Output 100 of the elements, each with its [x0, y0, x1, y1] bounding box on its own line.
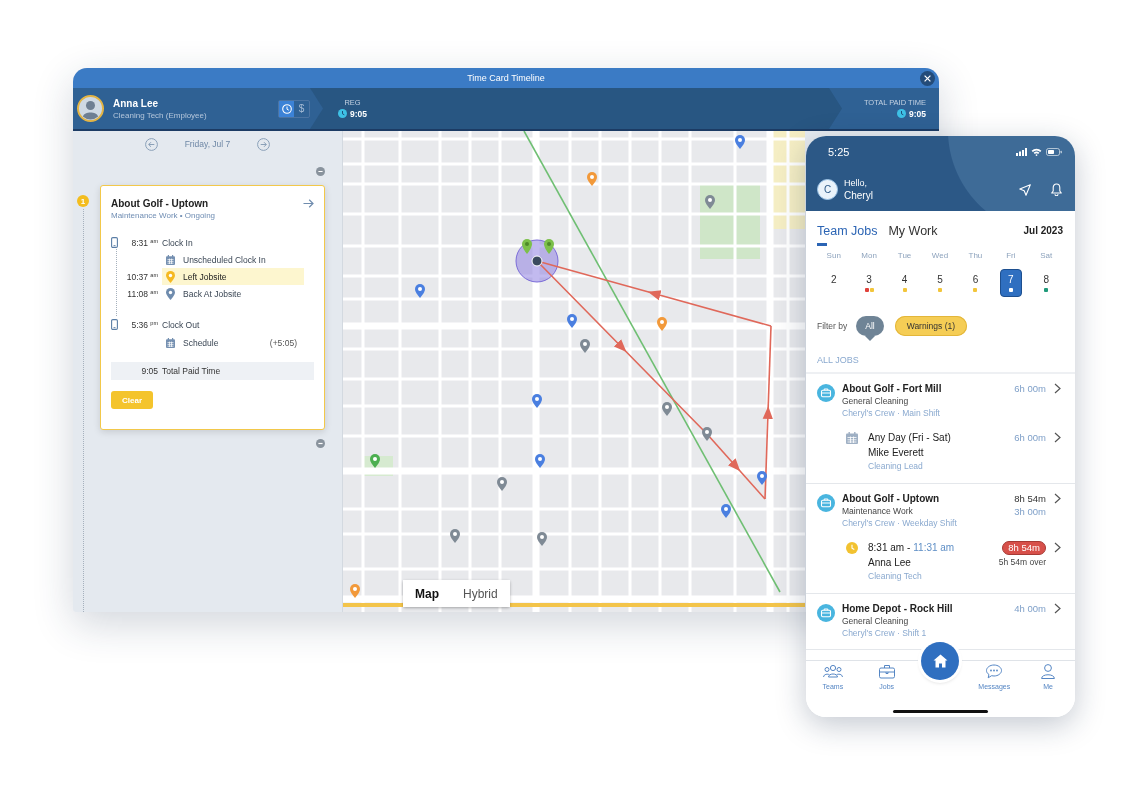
date-cell[interactable]: 2	[822, 269, 845, 297]
map-pin-icon[interactable]	[662, 402, 672, 416]
crew-shift: Cheryl's Crew · Main Shift	[842, 407, 941, 419]
map-pin-icon[interactable]	[735, 135, 745, 149]
map-pin-icon[interactable]	[532, 394, 542, 408]
date-cell[interactable]: 3	[858, 269, 881, 297]
hours-text: 6h 00m	[1014, 382, 1046, 395]
total-value: 9:05	[350, 107, 367, 120]
map-pin-icon[interactable]	[721, 504, 731, 518]
map-pin-icon[interactable]	[415, 284, 425, 298]
map-pin-icon[interactable]	[370, 454, 380, 468]
total-label: Total Paid Time	[162, 366, 221, 376]
map-pin-icon[interactable]	[544, 239, 554, 254]
event-time: 8:31 $^{am}$	[131, 237, 158, 248]
employee-name: Anna Lee	[113, 96, 159, 110]
job-row[interactable]: About Golf - Fort Mill General Cleaning Cheryl's Crew · Main Shift 6h 00m	[817, 382, 1061, 419]
event-label: Clock Out	[162, 319, 200, 330]
hours-text: 6h 00m	[1014, 431, 1046, 444]
minus-circle-icon[interactable]	[316, 439, 325, 448]
briefcase-icon	[817, 604, 835, 622]
filter-label: Filter by	[817, 320, 848, 333]
tab[interactable]: My Work	[888, 223, 938, 246]
chat-bubble-icon	[986, 664, 1003, 679]
battery-icon	[1046, 148, 1062, 156]
arrow-right-icon	[257, 137, 271, 151]
job-subtitle: Maintenance Work • Ongoing	[111, 210, 217, 222]
window-title: Time Card Timeline	[467, 73, 545, 83]
stop-marker-icon[interactable]	[531, 255, 543, 267]
map-pin-icon[interactable]	[522, 239, 532, 254]
map-pin-icon[interactable]	[580, 339, 590, 353]
hours-text: 8h 54m	[1014, 492, 1046, 505]
minus-circle-icon[interactable]	[316, 166, 325, 176]
worker-name: Mike Everett	[868, 446, 925, 460]
wifi-icon	[1031, 148, 1042, 156]
job-title: About Golf - Fort Mill	[842, 382, 943, 395]
avatar-initial[interactable]: C	[817, 179, 838, 200]
previous-day-button[interactable]	[144, 137, 158, 151]
time-view-button[interactable]	[279, 100, 294, 117]
shift-row[interactable]: 8:31 am - 11:31 am Anna Lee Cleaning Tech 8h 54m 5h 54m over	[817, 541, 1061, 583]
calendar-icon	[846, 432, 858, 444]
send-button[interactable]	[1019, 183, 1031, 196]
calendar-icon	[166, 254, 175, 265]
people-icon	[822, 664, 843, 679]
map-pin-icon[interactable]	[705, 195, 715, 209]
total-value: 9:05	[140, 366, 158, 376]
chevron-right-icon	[1054, 603, 1061, 614]
greeting-text: Hello,	[844, 177, 868, 189]
map-pin-icon[interactable]	[350, 584, 360, 598]
tab[interactable]: Team Jobs	[817, 223, 878, 246]
map-pin-icon[interactable]	[450, 529, 460, 543]
date-cell[interactable]: 6	[964, 269, 987, 297]
map-type-button[interactable]: Hybrid	[451, 580, 510, 607]
chevron-right-icon	[1054, 542, 1061, 553]
status-time: 5:25	[827, 146, 850, 158]
shift-time: 8:31 am -	[868, 541, 911, 555]
map-type-button[interactable]: Map	[403, 580, 451, 607]
map-pin-icon[interactable]	[537, 532, 547, 546]
map-pin-icon[interactable]	[757, 471, 767, 485]
map-pin-icon[interactable]	[535, 454, 545, 468]
map-pin-icon[interactable]	[567, 314, 577, 328]
date-cell[interactable]: 5	[929, 269, 951, 297]
date-cell[interactable]: 4	[893, 269, 916, 297]
filter-chip[interactable]: All	[856, 316, 884, 341]
weekday-label: Tue	[897, 250, 912, 262]
job-row[interactable]: About Golf - Uptown Maintenance Work Cheryl's Crew · Weekday Shift 8h 54m 3h 00m	[817, 492, 1061, 529]
event-label: Clock In	[162, 237, 193, 248]
event-time: 11:08 $^{am}$	[127, 288, 158, 299]
date-cell[interactable]: 8	[1035, 269, 1058, 297]
close-button[interactable]	[920, 70, 935, 86]
crew-shift: Cheryl's Crew · Shift 1	[842, 627, 928, 639]
hours-text: 3h 00m	[1014, 505, 1046, 518]
job-row[interactable]: Home Depot - Rock Hill General Cleaning Cheryl's Crew · Shift 1 4h 00m	[817, 602, 1061, 639]
briefcase-icon	[817, 494, 835, 512]
clock-icon	[897, 109, 906, 118]
filter-chip[interactable]: Warnings (1)	[894, 316, 968, 336]
job-type: Maintenance Work	[842, 505, 914, 517]
clock-icon	[338, 109, 347, 118]
notifications-button[interactable]	[1051, 183, 1062, 196]
map-pin-icon[interactable]	[657, 317, 667, 331]
home-icon	[933, 654, 948, 668]
arrow-right-icon[interactable]	[303, 198, 314, 208]
chevron-right-icon	[1054, 383, 1061, 394]
map-pin-icon[interactable]	[497, 477, 507, 491]
arrow-left-icon	[144, 137, 158, 151]
job-type: General Cleaning	[842, 395, 910, 407]
worker-role: Cleaning Tech	[868, 570, 923, 583]
weekday-label: Mon	[861, 250, 877, 262]
job-title: About Golf - Uptown	[111, 197, 209, 209]
date-cell[interactable]: 7	[999, 269, 1022, 297]
map-pin-icon[interactable]	[702, 427, 712, 441]
weekday-label: Fri	[1006, 250, 1016, 262]
crew-shift: Cheryl's Crew · Weekday Shift	[842, 517, 958, 529]
home-button[interactable]	[921, 642, 960, 680]
next-day-button[interactable]	[257, 137, 271, 151]
weekday-label: Thu	[968, 250, 983, 262]
map-pin-icon[interactable]	[587, 172, 597, 186]
shift-row[interactable]: Any Day (Fri - Sat) Mike Everett Cleaning Lead 6h 00m	[817, 431, 1061, 473]
job-title: Home Depot - Rock Hill	[842, 602, 954, 615]
user-name: Cheryl	[844, 189, 873, 202]
phone-icon	[111, 237, 118, 248]
